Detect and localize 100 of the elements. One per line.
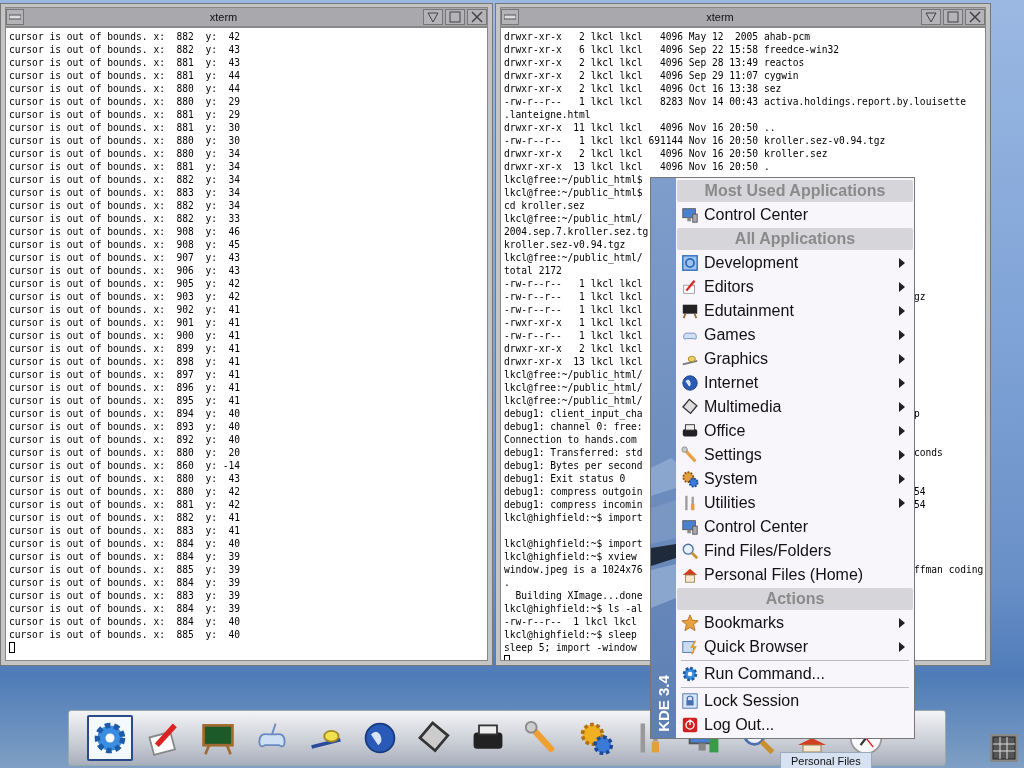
terminal-line: cursor is out of bounds. x: 898 y: 41 — [9, 355, 241, 368]
terminal-line: cursor is out of bounds. x: 894 y: 40 — [9, 407, 241, 420]
terminal-line: debug1: Transferred: std — [504, 446, 643, 459]
menu-section-header: All Applications — [677, 228, 913, 250]
terminal-line: lkcl@highfield:~$ import — [504, 511, 643, 524]
terminal-line: drwxr-xr-x 13 lkcl lkcl 4096 Nov 16 20:50 . — [504, 160, 770, 173]
terminal-line: cursor is out of bounds. x: 880 y: 20 — [9, 446, 241, 459]
terminal-line: debug1: Exit status 0 — [504, 472, 626, 485]
terminal-line: cursor is out of bounds. x: 892 y: 40 — [9, 433, 241, 446]
terminal-line: cursor is out of bounds. x: 883 y: 41 — [9, 524, 241, 537]
terminal-line: cursor is out of bounds. x: 880 y: 43 — [9, 472, 241, 485]
terminal-line: drwxr-xr-x 2 lkcl lkcl — [504, 342, 643, 355]
terminal-line: 54 — [914, 498, 926, 511]
terminal-line: cursor is out of bounds. x: 885 y: 40 — [9, 628, 241, 641]
terminal-line: cursor is out of bounds. x: 882 y: 41 — [9, 511, 241, 524]
terminal-line: drwxr-xr-x 2 lkcl lkcl 4096 Oct 16 13:38 sez — [504, 82, 782, 95]
terminal-line: cursor is out of bounds. x: 907 y: 43 — [9, 251, 241, 264]
terminal-line: cursor is out of bounds. x: 900 y: 41 — [9, 329, 241, 342]
terminal-line: cursor is out of bounds. x: 881 y: 42 — [9, 498, 241, 511]
terminal-line: cursor is out of bounds. x: 880 y: 42 — [9, 485, 241, 498]
terminal-line: drwxr-xr-x 2 lkcl lkcl 4096 Nov 16 20:50 kroller.sez — [504, 147, 828, 160]
terminal-line: cursor is out of bounds. x: 880 y: 44 — [9, 82, 241, 95]
terminal-line: sleep 5; import -window — [504, 641, 637, 654]
terminal-line: gz — [914, 290, 926, 303]
terminal-line: -rw-r--r-- 1 lkcl lkcl — [504, 290, 643, 303]
terminal-line: ffman coding — [914, 563, 984, 576]
terminal-line: cursor is out of bounds. x: 880 y: 29 — [9, 95, 241, 108]
terminal-line: cursor is out of bounds. x: 880 y: 34 — [9, 147, 241, 160]
terminal-line: cursor is out of bounds. x: 901 y: 41 — [9, 316, 241, 329]
terminal-line: cursor is out of bounds. x: 882 y: 42 — [9, 30, 241, 43]
terminal-line: drwxr-xr-x 2 lkcl lkcl 4096 Sep 29 11:07 cygwin — [504, 69, 799, 82]
terminal-line: cursor is out of bounds. x: 884 y: 39 — [9, 550, 241, 563]
terminal-line: cursor is out of bounds. x: 905 y: 42 — [9, 277, 241, 290]
terminal-line: -rwxr-xr-x 1 lkcl lkcl — [504, 316, 643, 329]
terminal-line: -rw-r--r-- 1 lkcl lkcl — [504, 303, 643, 316]
terminal-line: cursor is out of bounds. x: 881 y: 30 — [9, 121, 241, 134]
terminal-line: . — [504, 576, 510, 589]
window-title: xterm — [208, 11, 239, 23]
terminal-line: lkcl@highfield:~$ import — [504, 537, 643, 550]
terminal-line: cursor is out of bounds. x: 881 y: 44 — [9, 69, 241, 82]
terminal-line: cursor is out of bounds. x: 880 y: 30 — [9, 134, 241, 147]
terminal-line: lkcl@highfield:~$ sleep — [504, 628, 637, 641]
terminal-line: cursor is out of bounds. x: 860 y: -14 — [9, 459, 241, 472]
terminal-line: lkcl@highfield:~$ xview — [504, 550, 637, 563]
terminal-line: cursor is out of bounds. x: 899 y: 41 — [9, 342, 241, 355]
terminal-line: cursor is out of bounds. x: 884 y: 40 — [9, 537, 241, 550]
terminal-line: debug1: compress outgoin — [504, 485, 643, 498]
terminal-line: Connection to hands.com — [504, 433, 637, 446]
terminal-line: cursor is out of bounds. x: 908 y: 45 — [9, 238, 241, 251]
terminal-line: cursor is out of bounds. x: 903 y: 42 — [9, 290, 241, 303]
terminal-line: lkcl@free:~/public_html$ — [504, 186, 643, 199]
terminal-line: cursor is out of bounds. x: 902 y: 41 — [9, 303, 241, 316]
terminal-line: drwxr-xr-x 6 lkcl lkcl 4096 Sep 22 15:58 freedce-win32 — [504, 43, 839, 56]
terminal-line: cursor is out of bounds. x: 897 y: 41 — [9, 368, 241, 381]
terminal-line: debug1: client_input_cha — [504, 407, 643, 420]
terminal-line: -rw-r--r-- 1 lkcl lkcl 8283 Nov 14 00:43 activa.holdings.report.by.louisette — [504, 95, 967, 108]
terminal-line: cursor is out of bounds. x: 881 y: 43 — [9, 56, 241, 69]
terminal-line: drwxr-xr-x 11 lkcl lkcl 4096 Nov 16 20:50 .. — [504, 121, 776, 134]
terminal-line: .lanteigne.html — [504, 108, 591, 121]
terminal-line: lkcl@free:~/public_html/ — [504, 368, 643, 381]
terminal-line: cursor is out of bounds. x: 883 y: 39 — [9, 589, 241, 602]
window-title: xterm — [705, 11, 735, 23]
terminal-line: cursor is out of bounds. x: 893 y: 40 — [9, 420, 241, 433]
terminal-line: cursor is out of bounds. x: 884 y: 40 — [9, 615, 241, 628]
terminal-line: cursor is out of bounds. x: 882 y: 34 — [9, 199, 241, 212]
terminal-line: -rw-r--r-- 1 lkcl lkcl — [504, 277, 643, 290]
terminal-line: debug1: Bytes per second — [504, 459, 643, 472]
terminal-line: lkcl@free:~/public_html/ — [504, 381, 643, 394]
terminal-line: lkcl@free:~/public_html$ — [504, 173, 643, 186]
terminal-line: conds — [914, 446, 943, 459]
terminal-line: -rw-r--r-- 1 lkcl lkcl 691144 Nov 16 20:50 kroller.sez-v0.94.tgz — [504, 134, 886, 147]
tooltip: Personal Files — [780, 752, 872, 768]
terminal-line: window.jpeg is a 1024x76 — [504, 563, 643, 576]
terminal-line: debug1: channel 0: free: — [504, 420, 643, 433]
terminal-line: cursor is out of bounds. x: 883 y: 34 — [9, 186, 241, 199]
terminal-line: lkcl@free:~/public_html/ — [504, 212, 643, 225]
terminal-line: drwxr-xr-x 2 lkcl lkcl 4096 Sep 28 13:49 reactos — [504, 56, 805, 69]
terminal-line: debug1: compress incomin — [504, 498, 643, 511]
terminal-line: cursor is out of bounds. x: 882 y: 33 — [9, 212, 241, 225]
terminal-line: cursor is out of bounds. x: 881 y: 29 — [9, 108, 241, 121]
terminal-line: p — [914, 407, 920, 420]
terminal-line: lkcl@free:~/public_html/ — [504, 251, 643, 264]
terminal-line: cursor is out of bounds. x: 882 y: 34 — [9, 173, 241, 186]
menu-section-header: Actions — [677, 588, 913, 610]
terminal-line: kroller.sez-v0.94.tgz — [504, 238, 626, 251]
terminal-line: 2004.sep.7.kroller.sez.tg — [504, 225, 649, 238]
menu-section-header: Most Used Applications — [677, 180, 913, 202]
terminal-line: -rw-r--r-- 1 lkcl lkcl — [504, 329, 643, 342]
terminal-line: cursor is out of bounds. x: 884 y: 39 — [9, 576, 241, 589]
terminal-line: total 2172 — [504, 264, 562, 277]
terminal-line: cursor is out of bounds. x: 882 y: 43 — [9, 43, 241, 56]
terminal-line: cursor is out of bounds. x: 885 y: 39 — [9, 563, 241, 576]
terminal-line: drwxr-xr-x 13 lkcl lkcl — [504, 355, 643, 368]
menu-side-label: KDE 3.4 — [655, 674, 672, 732]
terminal-line: cursor is out of bounds. x: 906 y: 43 — [9, 264, 241, 277]
terminal-line: lkcl@highfield:~$ ls -al — [504, 602, 643, 615]
terminal-line: -rw-r--r-- 1 lkcl lkcl — [504, 615, 637, 628]
terminal-line: cursor is out of bounds. x: 881 y: 34 — [9, 160, 241, 173]
terminal-line: cursor is out of bounds. x: 896 y: 41 — [9, 381, 241, 394]
terminal-line: cd kroller.sez — [504, 199, 585, 212]
